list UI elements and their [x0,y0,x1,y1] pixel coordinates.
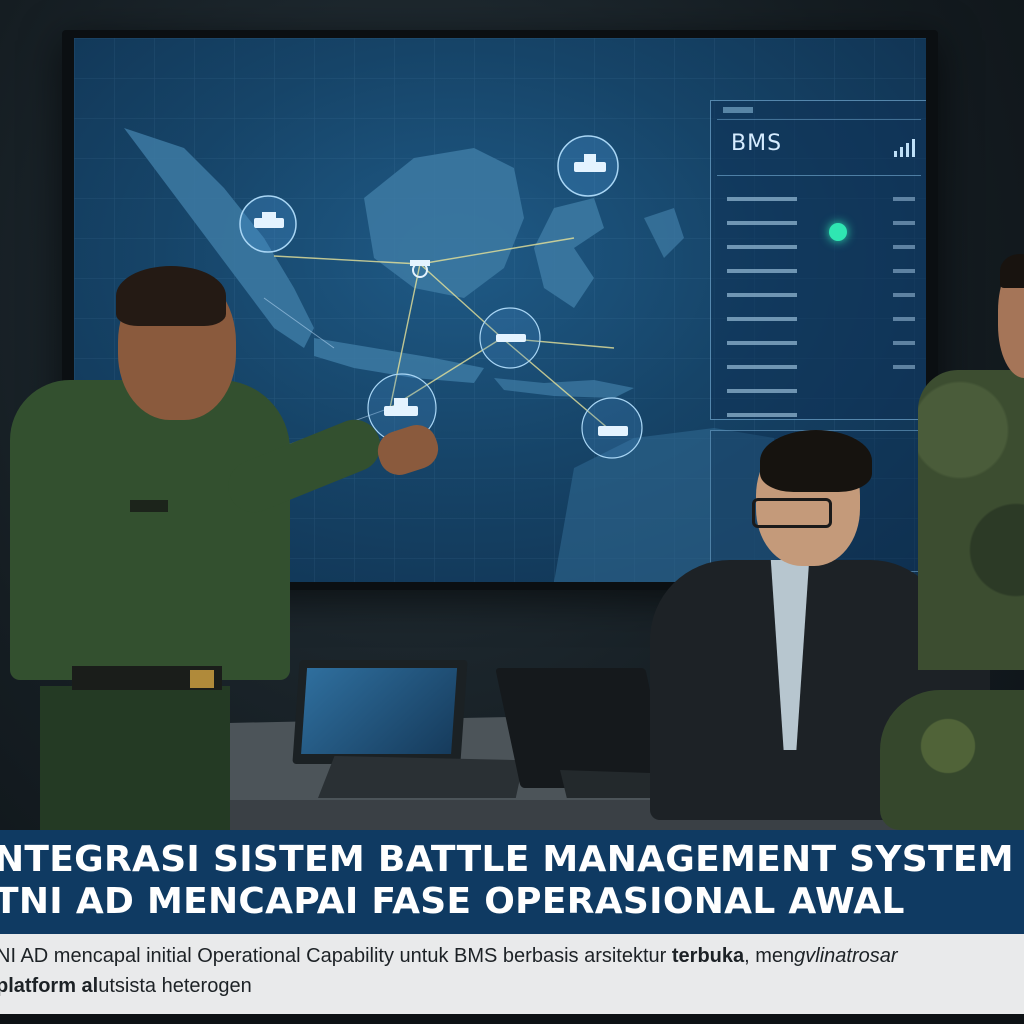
bms-divider [717,175,921,176]
subtitle-emphasis: platform al [0,975,99,997]
bms-list [727,197,797,437]
officer-nametag [130,500,168,512]
subtitle-text-italic: gvlinatrosar [794,945,898,967]
laptop-left-keyboard [318,756,524,798]
bms-topbar [717,107,921,120]
laptop-right [495,668,671,788]
signal-bars-icon [891,139,915,157]
soldier-right-hair [1000,254,1024,288]
laptop-left [292,660,468,764]
analyst-glasses [752,498,832,528]
officer-belt-buckle [190,670,214,688]
analyst-hair [760,430,872,492]
headline-line-2: TNI AD MENCAPAI FASE OPERASIONAL AWAL [0,881,905,922]
subtitle-line-2: platform alutsista heterogen [0,974,252,998]
scene: BMS NTEGRASI SISTEM BATTLE MANAGEMENT SY… [0,0,1024,1024]
subtitle-text: utsista heterogen [98,975,252,997]
status-dot-icon [829,223,847,241]
soldier-foreground-arm [880,690,1024,830]
subtitle-line-1: NI AD mencapal initial Operational Capab… [0,944,898,968]
bms-list-values [893,197,915,389]
subtitle-emphasis: terbuka [671,945,745,967]
bottom-strip [0,1014,1024,1024]
officer-torso [10,380,290,680]
officer-hair [116,266,226,326]
laptop-left-display [301,668,458,754]
bms-panel: BMS [710,100,926,420]
subtitle-text: , men [744,945,795,967]
subtitle-bar: NI AD mencapal initial Operational Capab… [0,934,1024,1014]
officer-legs [40,686,230,836]
bms-panel-title: BMS [731,131,783,156]
headline-banner: NTEGRASI SISTEM BATTLE MANAGEMENT SYSTEM… [0,830,1024,934]
soldier-right-torso [918,370,1024,670]
headline-line-1: NTEGRASI SISTEM BATTLE MANAGEMENT SYSTEM… [0,839,1024,880]
subtitle-text: NI AD mencapal initial Operational Capab… [0,945,672,967]
